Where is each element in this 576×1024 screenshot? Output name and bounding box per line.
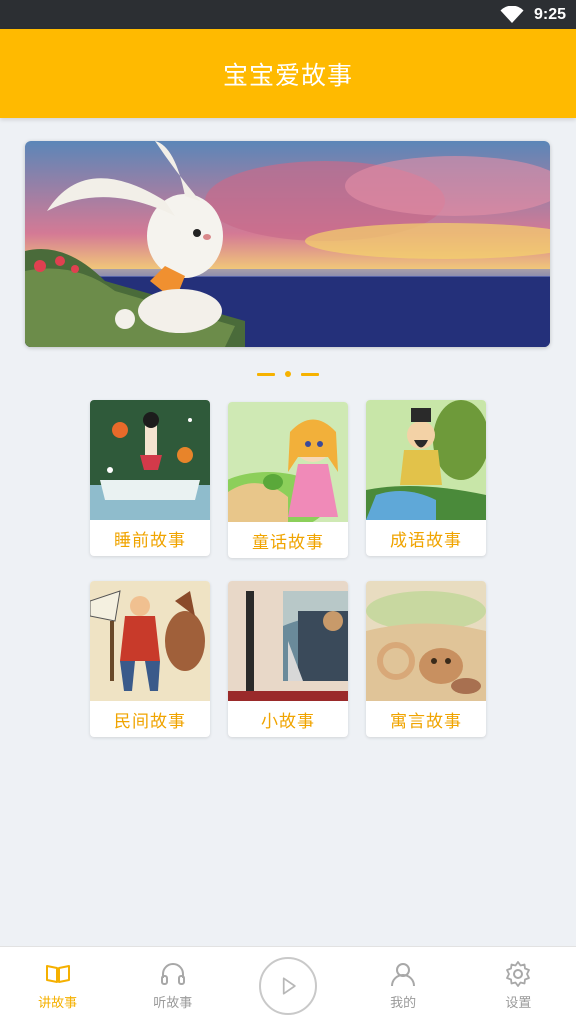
category-label: 民间故事 (114, 711, 186, 732)
idiom-story-thumb (366, 400, 486, 520)
tab-listen-story[interactable]: 听故事 (115, 947, 230, 1024)
app-bar: 宝宝爱故事 (0, 29, 576, 118)
short-story-thumb (228, 581, 348, 701)
tab-tell-story[interactable]: 讲故事 (0, 947, 115, 1024)
category-label: 成语故事 (390, 530, 462, 551)
category-card-fairy-tale[interactable]: 童话故事 (228, 402, 348, 558)
banner-carousel[interactable] (25, 141, 550, 347)
fable-thumb (366, 581, 486, 701)
category-label: 童话故事 (252, 532, 324, 553)
tab-play[interactable] (230, 947, 345, 1024)
gear-icon (506, 961, 531, 987)
category-card-short[interactable]: 小故事 (228, 581, 348, 737)
category-card-fable[interactable]: 寓言故事 (366, 581, 486, 737)
headphones-icon (160, 963, 185, 985)
status-time: 9:25 (533, 5, 566, 23)
folk-story-thumb (90, 581, 210, 701)
bottom-tab-bar: 讲故事 听故事 我的 设置 (0, 946, 576, 1024)
rabbit-sunset-illustration (25, 141, 550, 347)
bedtime-story-thumb (90, 400, 210, 520)
book-icon (45, 965, 70, 983)
category-label: 寓言故事 (390, 711, 462, 732)
page-indicator-inactive (257, 372, 275, 376)
page-indicator-inactive (301, 372, 319, 376)
tab-mine[interactable]: 我的 (346, 947, 461, 1024)
tab-label: 讲故事 (38, 996, 78, 1011)
page-indicator-active (285, 371, 291, 377)
page-title: 宝宝爱故事 (222, 60, 353, 90)
status-bar: 9:25 (0, 0, 576, 29)
fairy-tale-thumb (228, 402, 348, 522)
category-label: 睡前故事 (114, 530, 186, 551)
play-icon (282, 976, 296, 995)
category-card-folk[interactable]: 民间故事 (90, 581, 210, 737)
tab-label: 听故事 (153, 996, 193, 1011)
category-label: 小故事 (261, 711, 315, 732)
wifi-icon (500, 5, 524, 23)
banner-page-indicator (0, 367, 576, 381)
user-icon (391, 963, 416, 987)
category-card-bedtime[interactable]: 睡前故事 (90, 400, 210, 556)
tab-settings[interactable]: 设置 (461, 947, 576, 1024)
play-button[interactable] (258, 956, 317, 1015)
tab-label: 我的 (390, 996, 417, 1011)
tab-label: 设置 (505, 996, 532, 1011)
category-card-idiom[interactable]: 成语故事 (366, 400, 486, 556)
